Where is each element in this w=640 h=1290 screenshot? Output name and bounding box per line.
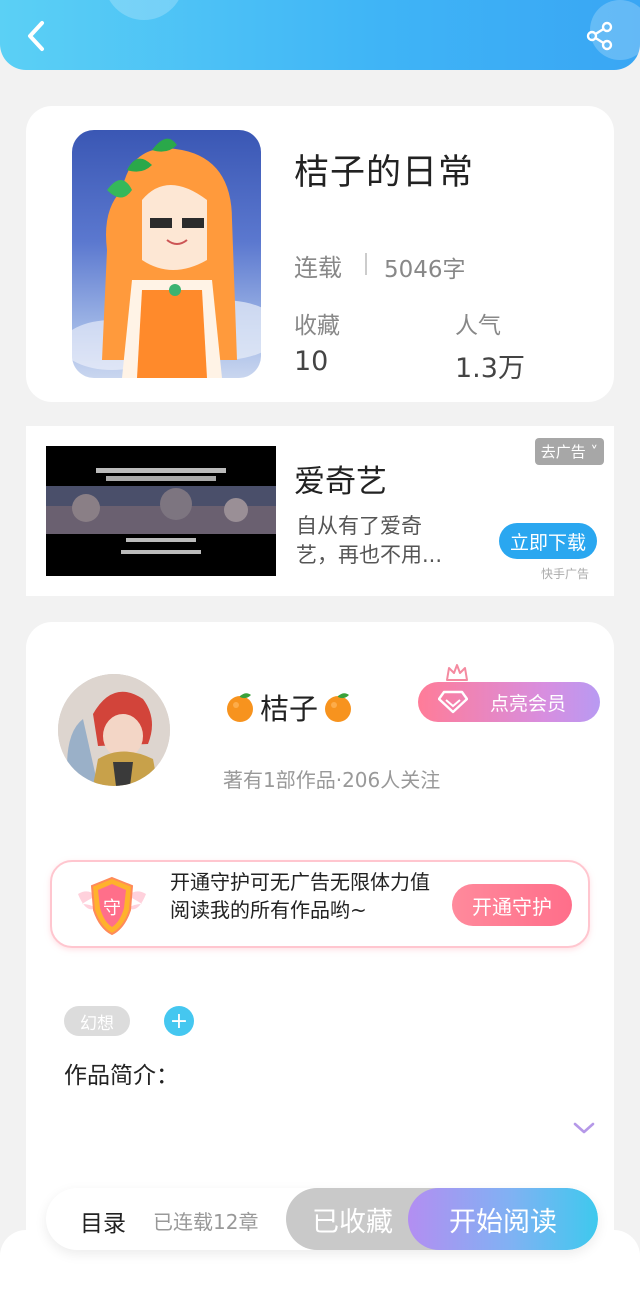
orange-emoji-icon [227, 693, 253, 722]
remove-ad-button[interactable]: 去广告 ˅ [534, 438, 604, 465]
ad-source-label: 快手广告 [541, 567, 590, 581]
ad-banner[interactable]: 爱奇艺 自从有了爱奇 艺，再也不用... 去广告 ˅ 立即下载 快手广告 [26, 426, 614, 596]
orange-emoji-icon [325, 693, 352, 722]
book-cover-image[interactable] [72, 130, 261, 378]
chapter-count: 已连载12章 [153, 1210, 259, 1234]
diamond-icon [438, 690, 468, 714]
crown-icon [446, 664, 468, 681]
ad-download-button[interactable]: 立即下载 [499, 523, 597, 559]
vip-button[interactable]: 点亮会员 [418, 682, 600, 722]
ad-description: 自从有了爱奇 艺，再也不用... [296, 512, 466, 570]
book-info-card: 桔子的日常 连载 5046字 收藏 10 人气 1.3万 [26, 106, 614, 402]
synopsis-title: 作品简介： [64, 1063, 179, 1089]
open-guardian-button[interactable]: 开通守护 [452, 884, 572, 926]
share-icon [586, 21, 613, 51]
share-button[interactable] [580, 16, 620, 56]
guardian-promo-text: 开通守护可无广告无限体力值阅读我的所有作品哟~ [170, 870, 430, 922]
serial-status: 连载 [294, 254, 342, 282]
chevron-left-icon [28, 21, 44, 51]
author-avatar[interactable] [58, 674, 170, 786]
bottom-action-bar: 目录 已连载12章 已收藏 开始阅读 [46, 1188, 598, 1250]
guardian-promo[interactable]: 守 开通守护可无广告无限体力值阅读我的所有作品哟~ 开通守护 [50, 860, 590, 948]
shield-wings-icon: 守 [78, 876, 146, 936]
book-title: 桔子的日常 [294, 153, 475, 193]
guardian-badge-char: 守 [103, 898, 121, 919]
author-name-row[interactable]: 桔子 [224, 686, 354, 728]
genre-tag[interactable]: 幻想 [64, 1006, 130, 1036]
status-divider [365, 253, 367, 275]
toc-button[interactable]: 目录 [80, 1204, 126, 1238]
favorites-label: 收藏 [294, 313, 340, 339]
popularity-label: 人气 [455, 313, 501, 339]
author-meta: 著有1部作品·206人关注 [223, 768, 441, 792]
author-name: 桔子 [260, 692, 319, 726]
vip-button-label: 点亮会员 [490, 692, 567, 715]
top-header [0, 0, 640, 70]
chevron-down-icon[interactable] [572, 1120, 596, 1136]
favorites-value: 10 [294, 346, 329, 377]
ad-description-line1: 自从有了爱奇 [296, 514, 422, 538]
start-reading-button[interactable]: 开始阅读 [408, 1188, 598, 1250]
word-count: 5046字 [384, 257, 466, 283]
ad-title: 爱奇艺 [294, 464, 387, 500]
popularity-value: 1.3万 [455, 353, 525, 384]
add-tag-button[interactable]: + [164, 1006, 194, 1036]
ad-description-line2: 艺，再也不用... [296, 543, 443, 567]
back-button[interactable] [18, 14, 54, 58]
ad-thumbnail-image[interactable] [46, 446, 276, 576]
